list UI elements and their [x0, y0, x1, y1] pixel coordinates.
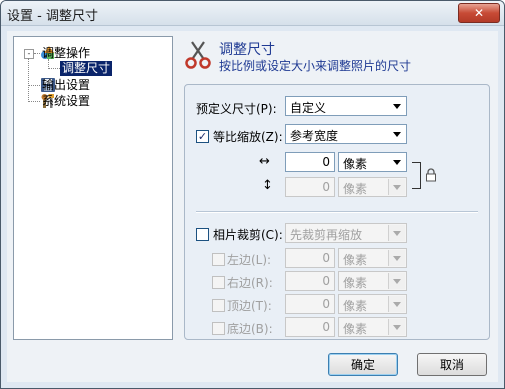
chevron-down-icon: [388, 319, 405, 335]
crop-left-input[interactable]: 0: [285, 248, 335, 268]
tree-expander[interactable]: -: [24, 49, 34, 59]
crop-bottom-checkbox[interactable]: [212, 322, 225, 335]
ok-button[interactable]: 确定: [328, 353, 398, 376]
lock-icon[interactable]: [424, 168, 438, 182]
tree-line: [48, 68, 60, 69]
height-unit-select[interactable]: 像素: [338, 177, 407, 197]
scissors-icon: [184, 40, 212, 70]
height-unit-value: 像素: [343, 182, 368, 196]
chevron-down-icon: [388, 179, 405, 195]
crop-left-label: 左边(L):: [227, 253, 272, 267]
proportional-mode-select[interactable]: 参考宽度: [285, 124, 407, 144]
cancel-button[interactable]: 取消: [417, 353, 487, 376]
width-arrow-icon: ↔: [259, 154, 270, 169]
chevron-down-icon: [389, 98, 405, 114]
height-arrow-icon: ↕: [262, 178, 273, 193]
section-divider: [196, 211, 478, 213]
tree-line: [28, 85, 40, 86]
tree-item-label: 输出设置: [42, 77, 91, 92]
title-bar: 设置 - 调整尺寸 ✕: [1, 1, 504, 26]
crop-right-checkbox[interactable]: [212, 276, 225, 289]
width-input[interactable]: 0: [285, 152, 335, 172]
tree-line: [28, 101, 40, 102]
chevron-down-icon: [388, 225, 405, 241]
tree-item-resize[interactable]: 调整尺寸: [60, 60, 113, 76]
crop-right-unit-value: 像素: [343, 276, 368, 290]
crop-label: 相片裁剪(C):: [213, 228, 283, 242]
crop-right-label: 右边(R):: [227, 276, 273, 290]
crop-checkbox[interactable]: [196, 228, 209, 241]
settings-tree[interactable]: - 调整操作 调整尺寸 输出设置 系统设置: [13, 36, 173, 340]
tree-line: [28, 58, 29, 102]
crop-bottom-unit-value: 像素: [343, 322, 368, 336]
tree-item-label: 系统设置: [42, 93, 91, 108]
crop-bottom-label: 底边(B):: [227, 322, 273, 336]
section-subtitle: 按比例或设定大小来调整照片的尺寸: [219, 59, 412, 73]
tree-item-output[interactable]: 输出设置: [40, 77, 90, 93]
tree-item-label: 调整操作: [42, 45, 91, 60]
crop-mode-value: 先裁剪再缩放: [290, 228, 363, 242]
crop-right-input[interactable]: 0: [285, 271, 335, 291]
width-unit-value: 像素: [343, 157, 368, 171]
window-title: 设置 - 调整尺寸: [7, 9, 98, 24]
chevron-down-icon: [389, 154, 405, 170]
crop-top-unit-select[interactable]: 像素: [338, 294, 407, 314]
crop-top-input[interactable]: 0: [285, 294, 335, 314]
crop-top-label: 顶边(T):: [227, 299, 272, 313]
chevron-down-icon: [388, 296, 405, 312]
tree-item-resize-ops[interactable]: 调整操作: [40, 45, 90, 61]
aspect-link-bracket: [412, 162, 421, 189]
crop-right-unit-select[interactable]: 像素: [338, 271, 407, 291]
section-title: 调整尺寸: [219, 42, 275, 58]
width-unit-select[interactable]: 像素: [338, 152, 407, 172]
chevron-down-icon: [389, 126, 405, 142]
crop-top-unit-value: 像素: [343, 299, 368, 313]
crop-top-checkbox[interactable]: [212, 299, 225, 312]
crop-mode-select[interactable]: 先裁剪再缩放: [285, 223, 407, 243]
crop-bottom-input[interactable]: 0: [285, 317, 335, 337]
proportional-checkbox[interactable]: ✓: [196, 130, 209, 143]
tree-item-label: 调整尺寸: [60, 60, 113, 76]
chevron-down-icon: [388, 273, 405, 289]
tree-item-system[interactable]: 系统设置: [40, 93, 90, 109]
preset-size-label: 预定义尺寸(P):: [196, 102, 277, 116]
chevron-down-icon: [388, 250, 405, 266]
height-input[interactable]: 0: [285, 177, 335, 197]
crop-left-unit-value: 像素: [343, 253, 368, 267]
crop-left-unit-select[interactable]: 像素: [338, 248, 407, 268]
preset-size-value: 自定义: [290, 101, 327, 115]
close-button[interactable]: ✕: [458, 3, 500, 23]
proportional-mode-value: 参考宽度: [290, 129, 339, 143]
crop-left-checkbox[interactable]: [212, 253, 225, 266]
crop-bottom-unit-select[interactable]: 像素: [338, 317, 407, 337]
preset-size-select[interactable]: 自定义: [285, 96, 407, 116]
proportional-label: 等比缩放(Z):: [213, 130, 283, 144]
